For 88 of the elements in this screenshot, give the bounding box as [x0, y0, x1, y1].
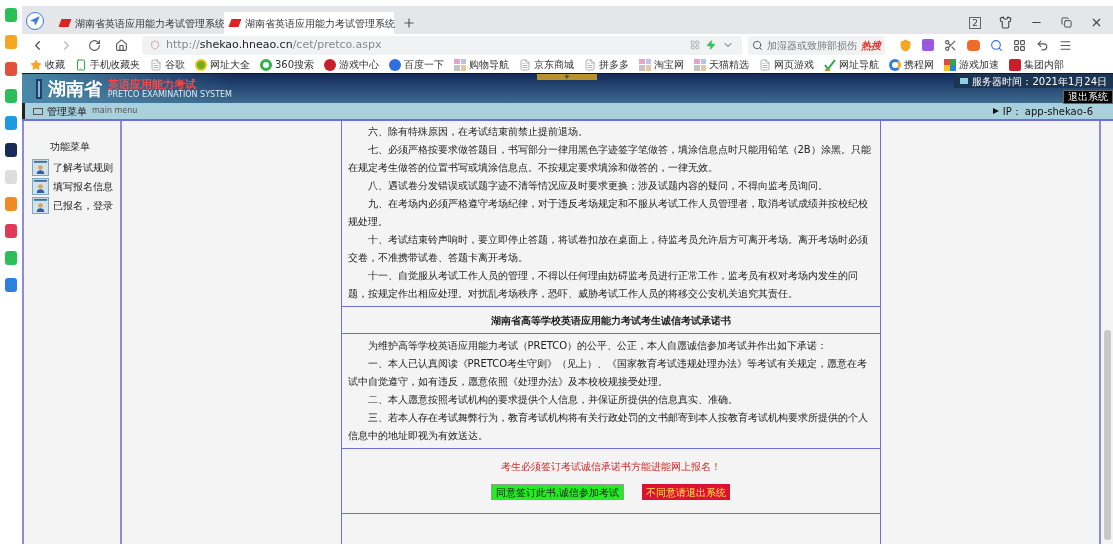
person-card-icon [32, 197, 49, 214]
decline-button[interactable]: 不同意请退出系统 [642, 484, 731, 500]
check-icon [824, 58, 837, 71]
server-time: 服务器时间：2021年1月24日 [954, 74, 1113, 88]
bookmark-link[interactable]: 拼多多 [584, 57, 630, 72]
page-icon [150, 58, 162, 71]
tab-counter[interactable]: 2 [969, 16, 981, 29]
bookmark-link[interactable]: 淘宝网 [639, 57, 685, 72]
bookmark-link[interactable]: 网址大全 [195, 57, 250, 72]
agree-button[interactable]: 同意签订此书,诚信参加考试 [490, 484, 625, 500]
scissors-icon[interactable] [944, 38, 957, 52]
reload-icon[interactable] [88, 38, 101, 52]
apps-icon[interactable] [1013, 38, 1026, 52]
rule-paragraph: 六、除有特殊原因，在考试结束前禁止提前退场。 [366, 125, 589, 139]
swirl-icon [889, 58, 902, 71]
page-icon [584, 58, 597, 71]
logout-button[interactable]: 退出系统 [1063, 90, 1113, 104]
mosaic-icon [694, 58, 707, 71]
site-title: 湖南省 [47, 77, 102, 101]
notice-text: 考生必须签订考试诚信承诺书方能进能网上报名！ [500, 460, 721, 474]
site-subtitle: 英语应用能力考试 [107, 78, 196, 90]
app-icon[interactable] [5, 143, 17, 157]
mosaic-icon [454, 58, 467, 71]
search-icon[interactable] [990, 38, 1003, 52]
close-icon[interactable] [1090, 16, 1103, 29]
phone-icon [75, 58, 87, 71]
sidebar-title: 功能菜单 [49, 140, 91, 154]
person-card-icon [32, 159, 49, 176]
browser-tab[interactable]: 湖南省英语应用能力考试管理系统 [224, 12, 394, 34]
badge-icon [1009, 58, 1022, 71]
shield-icon [150, 40, 160, 50]
menu-subtitle: main menu [92, 105, 138, 117]
sidebar-item[interactable]: 了解考试规则 [32, 158, 113, 177]
pointer-icon [992, 108, 999, 114]
page-icon [759, 58, 772, 71]
window-icon [33, 107, 43, 115]
pledge-paragraph: 三、若本人存在考试舞弊行为，教育考试机构将有关行政处罚的文书邮寄到本人按教育考试机构要求所提供的个人信息中的地址即视为有效送达。 [347, 411, 869, 443]
pledge-paragraph: 二、本人愿意按照考试机构的要求提供个人信息，并保证所提供的信息真实、准确。 [366, 393, 739, 407]
address-field[interactable]: http://shekao.hneao.cn/cet/pretco.aspx [142, 35, 742, 55]
bookmark-link[interactable]: 集团内部 [1009, 57, 1065, 72]
bookmark-link[interactable]: 购物导航 [454, 57, 510, 72]
bookmark-link[interactable]: 百度一下 [389, 57, 445, 72]
sidebar-item[interactable]: 填写报名信息 [32, 177, 113, 196]
restore-icon[interactable] [1061, 17, 1072, 28]
page-icon [519, 58, 532, 71]
rule-paragraph: 十、考试结束铃声响时，要立即停止答题，将试卷扣放在桌面上，待监考员允许后方可离开考场。离开考场时必须交卷，不准携带试卷、答题卡离开考场。 [347, 233, 869, 265]
screen-icon [960, 78, 969, 84]
bookmark-link[interactable]: 网址导航 [824, 57, 880, 72]
search-icon [752, 39, 763, 51]
bookmark-link[interactable]: 谷歌 [150, 57, 185, 72]
menu-title: 管理菜单 [47, 104, 87, 119]
bookmark-link[interactable]: 游戏加速 [944, 57, 1000, 72]
bookmark-link[interactable]: 手机收藏夹 [75, 57, 140, 72]
bookmark-link[interactable]: 网页游戏 [759, 57, 815, 72]
bookmark-link[interactable]: 游戏中心 [324, 57, 380, 72]
shirt-icon[interactable] [999, 16, 1012, 29]
home-icon[interactable] [115, 38, 128, 52]
pledge-title: 湖南省高等学校英语应用能力考试考生诚信考试承诺书 [490, 313, 731, 328]
bookmark-link[interactable]: 京东商城 [519, 57, 575, 72]
ring-icon [260, 58, 272, 71]
shield-icon[interactable] [899, 38, 912, 52]
search-field[interactable]: 加湿器或致肺部损伤 热搜 [748, 35, 885, 55]
rule-paragraph: 八、遇试卷分发错误或试题字迹不清等情况应及时要求更换；涉及试题内容的疑问，不得向监考员询问。 [366, 179, 829, 193]
sidebar-item[interactable]: 已报名，登录 [32, 196, 113, 215]
mosaic-icon [639, 58, 652, 71]
star-icon [30, 58, 42, 71]
menu-icon[interactable] [1059, 38, 1072, 52]
server-ip: IP： app-shekao-6 [1002, 104, 1093, 119]
bookmark-link[interactable]: 360搜索 [260, 57, 315, 72]
tile-icon [944, 58, 957, 71]
undo-icon[interactable] [1036, 38, 1049, 52]
person-card-icon [32, 178, 49, 195]
pledge-paragraph: 一、本人已认真阅读《PRETCO考生守则》（见上）、《国家教育考试违规处理办法》等考试有关规定，愿意在考试中自觉遵守，如有违反，愿意依照《处理办法》及本校校规接受处理。 [347, 357, 869, 389]
hot-search-label: 热搜 [861, 38, 881, 53]
rule-paragraph: 九、在考场内必须严格遵守考场纪律，对于违反考场规定和不服从考试工作人员管理者，取消考试成绩并按校纪校规处理。 [347, 197, 869, 229]
rule-paragraph: 十一、自觉服从考试工作人员的管理，不得以任何理由妨碍监考员进行正常工作，监考员有权对考场内发生的问题，按规定作出相应处理。对扰乱考场秩序，恐吓、威胁考试工作人员的将移交公安机关追究其责任。 [347, 269, 859, 301]
lightning-icon[interactable] [706, 40, 716, 50]
bookmark-link[interactable]: 收藏 [30, 57, 65, 72]
grid-icon[interactable] [690, 40, 700, 50]
navigation-icon[interactable] [26, 12, 44, 30]
logo-icon [58, 19, 72, 27]
bookmark-link[interactable]: 携程网 [889, 57, 935, 72]
new-tab-icon[interactable] [402, 16, 416, 30]
bookmark-link[interactable]: 天猫精选 [694, 57, 750, 72]
logo-icon [228, 19, 242, 27]
site-english-title: PRETCO EXAMINATION SYSTEM [107, 90, 232, 99]
pledge-paragraph: 为维护高等学校英语应用能力考试（PRETCO）的公平、公正，本人自愿诚信参加考试并作出如下承诺： [366, 339, 829, 353]
rule-paragraph: 七、必须严格按要求做答题目，书写部分一律用黑色字迹签字笔做答，填涂信息点时只能用铅笔（2B）涂黑。只能在规定考生做答的位置书写或填涂信息点。不按规定要求填涂和做答的，一律无效。 [347, 143, 872, 175]
